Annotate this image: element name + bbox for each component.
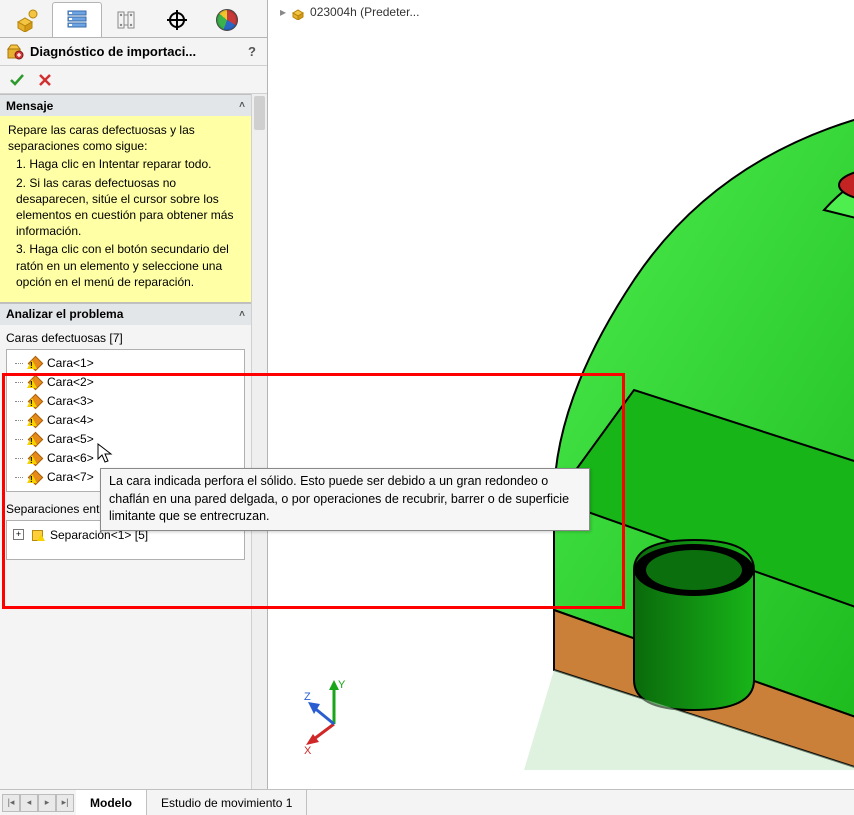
features-icon xyxy=(14,8,40,32)
help-icon[interactable]: ? xyxy=(243,44,261,59)
section-message-title: Mensaje xyxy=(6,99,239,113)
face-row[interactable]: Cara<1> xyxy=(9,354,242,373)
msg-step3: 3. Haga clic con el botón secundario del… xyxy=(8,241,243,290)
face-row[interactable]: Cara<5> xyxy=(9,430,242,449)
msg-intro: Repare las caras defectuosas y las separ… xyxy=(8,122,243,154)
section-analyze-header[interactable]: Analizar el problema ˄ xyxy=(0,303,251,325)
section-analyze-body: Caras defectuosas [7] Cara<1> Cara<2> Cara… xyxy=(0,325,251,570)
model-body[interactable] xyxy=(304,70,854,770)
msg-step2: 2. Si las caras defectuosas no desaparec… xyxy=(8,175,243,240)
face-label: Cara<2> xyxy=(47,375,94,389)
expand-icon[interactable]: + xyxy=(13,529,24,540)
accept-button[interactable] xyxy=(8,71,26,89)
appearance-pie-icon xyxy=(216,9,238,31)
feature-header: Diagnóstico de importaci... ? xyxy=(0,38,267,66)
tab-features[interactable] xyxy=(2,2,52,37)
config-icon xyxy=(116,9,138,31)
bottom-tab-study-label: Estudio de movimiento 1 xyxy=(161,796,292,810)
action-row xyxy=(0,66,267,94)
face-label: Cara<1> xyxy=(47,356,94,370)
chevron-up-icon: ˄ xyxy=(239,309,245,320)
bad-faces-label: Caras defectuosas [7] xyxy=(6,331,245,345)
face-row[interactable]: Cara<2> xyxy=(9,373,242,392)
face-label: Cara<6> xyxy=(47,451,94,465)
face-warning-icon xyxy=(27,412,43,428)
svg-text:Y: Y xyxy=(338,679,346,691)
part-icon xyxy=(290,4,306,20)
bottom-tab-model[interactable]: Modelo xyxy=(76,790,147,815)
crosshair-icon xyxy=(167,10,187,30)
tab-appearances[interactable] xyxy=(202,2,252,37)
face-tooltip: La cara indicada perfora el sólido. Esto… xyxy=(100,468,590,531)
panel-scrollbar[interactable] xyxy=(251,94,267,789)
cancel-button[interactable] xyxy=(36,71,54,89)
tab-dimxpert[interactable] xyxy=(152,2,202,37)
tab-configuration[interactable] xyxy=(102,2,152,37)
svg-text:X: X xyxy=(304,745,312,756)
breadcrumb-label[interactable]: 023004h (Predeter... xyxy=(310,5,419,19)
section-message-header[interactable]: Mensaje ˄ xyxy=(0,94,251,116)
face-warning-icon xyxy=(27,431,43,447)
breadcrumb-separator-icon: ▸ xyxy=(280,5,286,19)
face-warning-icon xyxy=(27,469,43,485)
panel-scroll-area: Mensaje ˄ Repare las caras defectuosas y… xyxy=(0,94,251,789)
tab-property-manager[interactable] xyxy=(52,2,102,37)
face-warning-icon xyxy=(27,355,43,371)
msg-step1: 1. Haga clic en Intentar reparar todo. xyxy=(8,156,243,172)
property-manager-panel: Diagnóstico de importaci... ? Mensaje ˄ … xyxy=(0,0,268,815)
tab-nav: |◂ ◂ ▸ ▸| xyxy=(0,790,76,815)
section-message-body: Repare las caras defectuosas y las separ… xyxy=(0,116,251,303)
chevron-up-icon: ˄ xyxy=(239,100,245,111)
face-warning-icon xyxy=(27,374,43,390)
property-manager-icon xyxy=(66,9,88,31)
svg-text:Z: Z xyxy=(304,691,311,703)
panel-tab-strip xyxy=(0,0,267,38)
face-row[interactable]: Cara<4> xyxy=(9,411,242,430)
section-analyze-title: Analizar el problema xyxy=(6,307,239,321)
face-label: Cara<7> xyxy=(47,470,94,484)
import-diagnostics-icon xyxy=(6,43,24,61)
tab-nav-last[interactable]: ▸| xyxy=(56,794,74,812)
bottom-tab-bar: |◂ ◂ ▸ ▸| Modelo Estudio de movimiento 1 xyxy=(0,789,854,815)
face-label: Cara<5> xyxy=(47,432,94,446)
gap-icon xyxy=(30,527,46,543)
coordinate-triad: Y X Z xyxy=(304,676,384,756)
breadcrumb: ▸ 023004h (Predeter... xyxy=(276,4,419,20)
tab-nav-first[interactable]: |◂ xyxy=(2,794,20,812)
face-row[interactable]: Cara<6> xyxy=(9,449,242,468)
face-warning-icon xyxy=(27,450,43,466)
graphics-viewport[interactable]: ▸ 023004h (Predeter... xyxy=(268,0,854,790)
feature-title: Diagnóstico de importaci... xyxy=(30,44,243,59)
face-label: Cara<3> xyxy=(47,394,94,408)
bottom-tab-motion-study[interactable]: Estudio de movimiento 1 xyxy=(147,790,307,815)
face-warning-icon xyxy=(27,393,43,409)
tab-nav-prev[interactable]: ◂ xyxy=(20,794,38,812)
tab-nav-next[interactable]: ▸ xyxy=(38,794,56,812)
face-row[interactable]: Cara<3> xyxy=(9,392,242,411)
bottom-tab-model-label: Modelo xyxy=(90,796,132,810)
face-label: Cara<4> xyxy=(47,413,94,427)
